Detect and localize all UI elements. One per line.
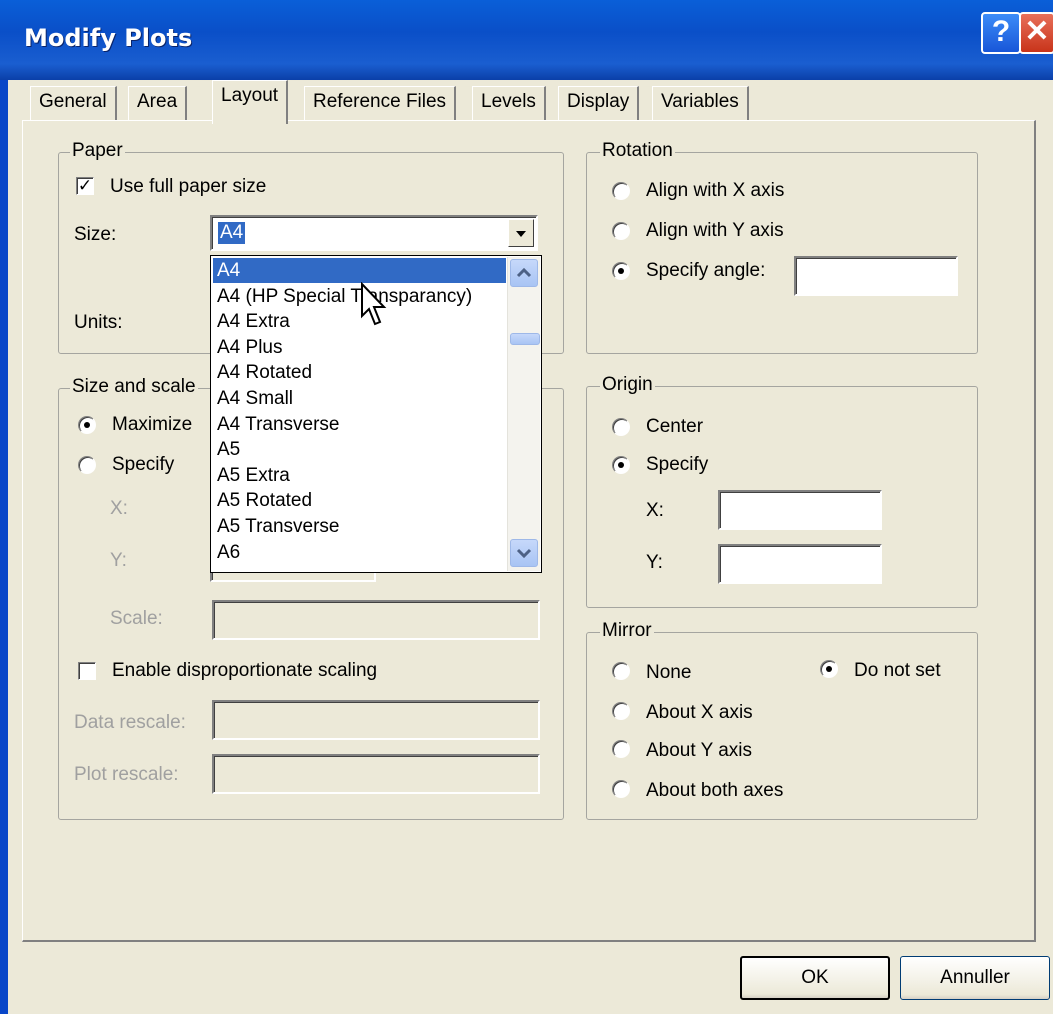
close-button[interactable]: ✕	[1019, 12, 1053, 54]
size-scale-group-title: Size and scale	[70, 376, 198, 398]
align-y-radio[interactable]	[612, 222, 630, 240]
ok-button[interactable]: OK	[740, 956, 890, 1000]
mirror-do-not-set-label: Do not set	[854, 660, 941, 681]
size-option[interactable]: A5 Rotated	[213, 488, 506, 513]
origin-specify-radio[interactable]	[612, 456, 630, 474]
scroll-down-button[interactable]	[510, 539, 538, 567]
mirror-none-label: None	[646, 662, 692, 683]
specify-size-radio[interactable]	[78, 456, 96, 474]
scale-label: Scale:	[110, 608, 163, 629]
plot-rescale-label: Plot rescale:	[74, 764, 179, 785]
chevron-down-icon	[516, 548, 532, 559]
scale-field[interactable]	[212, 600, 540, 640]
mirror-about-x-radio[interactable]	[612, 702, 630, 720]
tab-display[interactable]: Display	[558, 86, 640, 120]
size-option[interactable]: A6	[213, 540, 506, 565]
maximize-label: Maximize	[112, 414, 193, 435]
origin-x-label: X:	[646, 500, 664, 521]
align-x-label: Align with X axis	[646, 180, 785, 201]
mirror-about-both-label: About both axes	[646, 780, 784, 801]
origin-y-label: Y:	[646, 552, 663, 573]
align-y-label: Align with Y axis	[646, 220, 784, 241]
scroll-up-button[interactable]	[510, 259, 538, 287]
rotation-group-title: Rotation	[600, 140, 675, 162]
origin-center-label: Center	[646, 416, 704, 437]
mirror-group-title: Mirror	[600, 620, 654, 642]
data-rescale-label: Data rescale:	[74, 712, 186, 733]
angle-field[interactable]	[794, 256, 958, 296]
units-label: Units:	[74, 312, 123, 333]
plot-rescale-field[interactable]	[212, 754, 540, 794]
disproportionate-label: Enable disproportionate scaling	[112, 660, 378, 681]
cancel-button[interactable]: Annuller	[900, 956, 1050, 1000]
size-option[interactable]: A4 Transverse	[213, 412, 506, 437]
use-full-paper-checkbox[interactable]: ✓	[76, 177, 94, 195]
size-option[interactable]: A5 Transverse	[213, 514, 506, 539]
mirror-about-both-radio[interactable]	[612, 780, 630, 798]
origin-specify-label: Specify	[646, 454, 709, 475]
window-title: Modify Plots	[24, 24, 193, 52]
align-x-radio[interactable]	[612, 182, 630, 200]
size-selected-value: A4	[218, 222, 246, 244]
size-option[interactable]: A5	[213, 437, 506, 462]
mouse-cursor-icon	[361, 282, 387, 326]
size-option[interactable]: A4 Plus	[213, 335, 506, 360]
mirror-about-y-label: About Y axis	[646, 740, 752, 761]
specify-angle-radio[interactable]	[612, 262, 630, 280]
dropdown-arrow-button[interactable]	[508, 219, 534, 247]
size-option[interactable]: A4 Small	[213, 386, 506, 411]
size-option[interactable]: A4 Rotated	[213, 360, 506, 385]
disproportionate-checkbox[interactable]	[78, 662, 96, 680]
size-dropdown[interactable]: A4	[210, 215, 538, 251]
origin-center-radio[interactable]	[612, 418, 630, 436]
scroll-thumb[interactable]	[510, 333, 540, 345]
size-option[interactable]: A4	[213, 258, 506, 283]
paper-group-title: Paper	[70, 140, 125, 162]
mirror-do-not-set-radio[interactable]	[820, 660, 838, 678]
maximize-radio[interactable]	[78, 416, 96, 434]
chevron-down-icon	[516, 231, 526, 237]
mirror-about-y-radio[interactable]	[612, 740, 630, 758]
tab-area[interactable]: Area	[128, 86, 188, 120]
tab-general[interactable]: General	[30, 86, 117, 120]
size-x-label: X:	[110, 498, 128, 519]
chevron-up-icon	[516, 267, 532, 278]
origin-group-title: Origin	[600, 374, 655, 396]
mirror-about-x-label: About X axis	[646, 702, 753, 723]
tab-variables[interactable]: Variables	[652, 86, 749, 120]
size-option[interactable]: A5 Extra	[213, 463, 506, 488]
window-border	[0, 80, 8, 1014]
tab-levels[interactable]: Levels	[472, 86, 546, 120]
size-y-label: Y:	[110, 550, 127, 571]
data-rescale-field[interactable]	[212, 700, 540, 740]
tab-reference-files[interactable]: Reference Files	[304, 86, 457, 120]
mirror-none-radio[interactable]	[612, 662, 630, 680]
tab-layout[interactable]: Layout	[212, 80, 289, 124]
origin-y-field[interactable]	[718, 544, 882, 584]
title-bar[interactable]: Modify Plots ? ✕	[0, 0, 1053, 80]
use-full-paper-label: Use full paper size	[110, 176, 267, 197]
help-button[interactable]: ?	[981, 12, 1021, 54]
origin-x-field[interactable]	[718, 490, 882, 530]
list-scrollbar[interactable]	[507, 257, 540, 571]
specify-angle-label: Specify angle:	[646, 260, 766, 281]
specify-size-label: Specify	[112, 454, 175, 475]
size-label: Size:	[74, 224, 117, 245]
